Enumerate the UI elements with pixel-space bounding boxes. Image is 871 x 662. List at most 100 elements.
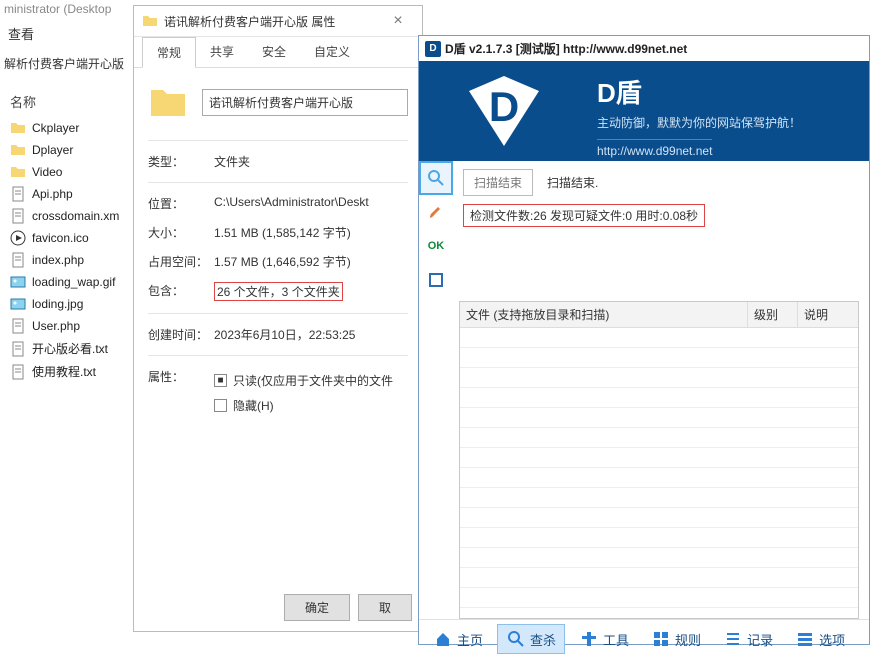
cancel-button[interactable]: 取 [358, 594, 412, 621]
file-name: crossdomain.xm [32, 209, 119, 223]
brush-icon[interactable] [419, 195, 453, 229]
folder-large-icon [148, 82, 188, 122]
tab-list[interactable]: 记录 [715, 624, 781, 654]
bottom-tabs: 主页 查杀 工具 规则 记录 选项 [419, 619, 869, 658]
file-name: index.php [32, 253, 84, 267]
tab-label: 记录 [747, 630, 773, 649]
explorer-title: ministrator (Desktop [0, 0, 140, 18]
list-item[interactable]: User.php [6, 315, 134, 337]
file-name: User.php [32, 319, 80, 333]
tab-opts[interactable]: 选项 [787, 624, 853, 654]
close-icon[interactable]: × [382, 12, 414, 30]
tab-tool[interactable]: 工具 [571, 624, 637, 654]
dshield-titlebar[interactable]: D D盾 v2.1.7.3 [测试版] http://www.d99net.ne… [419, 36, 869, 61]
ok-button[interactable]: 确定 [284, 594, 350, 621]
disk-label: 占用空间： [148, 253, 214, 270]
menu-view[interactable]: 查看 [0, 18, 140, 49]
side-tools: OK [419, 161, 453, 297]
dshield-window: D D盾 v2.1.7.3 [测试版] http://www.d99net.ne… [418, 35, 870, 645]
list-item[interactable]: Video [6, 161, 134, 183]
list-item[interactable]: Dplayer [6, 139, 134, 161]
file-list: Ckplayer Dplayer Video Api.php crossdomain.x… [0, 117, 140, 383]
tab-label: 查杀 [530, 630, 556, 649]
disk-value: 1.57 MB (1,646,592 字节) [214, 253, 408, 270]
list-item[interactable]: loding.jpg [6, 293, 134, 315]
file-icon [10, 208, 26, 224]
scan-button[interactable]: 扫描结束 [463, 169, 533, 196]
tab-label: 选项 [819, 630, 845, 649]
explorer-window: ministrator (Desktop 查看 解析付费客户端开心版 名称 Ck… [0, 0, 140, 662]
grid-body [460, 328, 858, 620]
dshield-title: D盾 v2.1.7.3 [测试版] http://www.d99net.net [445, 40, 687, 57]
dshield-brand: D盾 [597, 73, 861, 110]
list-item[interactable]: Api.php [6, 183, 134, 205]
dshield-slogan: 主动防御，默默为你的网站保驾护航！ [597, 114, 861, 131]
dshield-url[interactable]: http://www.d99net.net [597, 139, 712, 158]
dialog-title: 诺讯解析付费客户端开心版 属性 [164, 13, 335, 30]
breadcrumb[interactable]: 解析付费客户端开心版 [0, 49, 140, 78]
ok-icon[interactable]: OK [419, 229, 453, 263]
tab-label: 主页 [457, 630, 483, 649]
svg-text:D: D [489, 83, 519, 130]
col-level[interactable]: 级别 [748, 302, 798, 327]
folder-icon [10, 164, 26, 180]
list-item[interactable]: index.php [6, 249, 134, 271]
file-name: Ckplayer [32, 121, 79, 135]
list-item[interactable]: loading_wap.gif [6, 271, 134, 293]
col-file[interactable]: 文件 (支持拖放目录和扫描) [460, 302, 748, 327]
tab-custom[interactable]: 自定义 [300, 37, 364, 67]
img-icon [10, 274, 26, 290]
file-name: Dplayer [32, 143, 73, 157]
file-name: 使用教程.txt [32, 363, 96, 380]
tab-home[interactable]: 主页 [425, 624, 491, 654]
tab-label: 规则 [675, 630, 701, 649]
folder-name-input[interactable]: 诺讯解析付费客户端开心版 [202, 89, 408, 116]
dshield-logo-icon: D [419, 61, 589, 161]
col-desc[interactable]: 说明 [798, 302, 858, 327]
tab-general[interactable]: 常规 [142, 37, 196, 68]
tab-search[interactable]: 查杀 [497, 624, 565, 654]
dialog-titlebar[interactable]: 诺讯解析付费客户端开心版 属性 × [134, 6, 422, 37]
file-icon [10, 364, 26, 380]
opts-icon [795, 629, 815, 649]
dshield-app-icon: D [425, 41, 441, 57]
tab-share[interactable]: 共享 [196, 37, 248, 67]
tab-grid[interactable]: 规则 [643, 624, 709, 654]
stop-icon[interactable] [419, 263, 453, 297]
list-item[interactable]: Ckplayer [6, 117, 134, 139]
size-label: 大小： [148, 224, 214, 241]
properties-dialog: 诺讯解析付费客户端开心版 属性 × 常规 共享 安全 自定义 诺讯解析付费客户端… [133, 5, 423, 632]
play-icon [10, 230, 26, 246]
file-icon [10, 341, 26, 357]
scan-result: 检测文件数:26 发现可疑文件:0 用时:0.08秒 [463, 204, 705, 227]
hidden-label: 隐藏(H) [233, 397, 274, 414]
list-icon [723, 629, 743, 649]
file-name: favicon.ico [32, 231, 89, 245]
tab-strip: 常规 共享 安全 自定义 [134, 37, 422, 68]
search-icon [506, 629, 526, 649]
scan-status: 扫描结束. [547, 174, 598, 191]
result-grid[interactable]: 文件 (支持拖放目录和扫描) 级别 说明 [459, 301, 859, 619]
img-icon [10, 296, 26, 312]
dshield-banner: D D盾 主动防御，默默为你的网站保驾护航！ http://www.d99net… [419, 61, 869, 161]
tab-label: 工具 [603, 630, 629, 649]
file-name: Api.php [32, 187, 73, 201]
search-icon[interactable] [419, 161, 453, 195]
tool-icon [579, 629, 599, 649]
home-icon [433, 629, 453, 649]
readonly-checkbox[interactable]: ■ [214, 374, 227, 387]
tab-security[interactable]: 安全 [248, 37, 300, 67]
hidden-checkbox[interactable] [214, 399, 227, 412]
list-item[interactable]: crossdomain.xm [6, 205, 134, 227]
list-item[interactable]: favicon.ico [6, 227, 134, 249]
contains-label: 包含： [148, 282, 214, 301]
file-icon [10, 252, 26, 268]
location-value: C:\Users\Administrator\Deskt [214, 195, 408, 212]
contains-value: 26 个文件，3 个文件夹 [214, 282, 343, 301]
list-item[interactable]: 使用教程.txt [6, 360, 134, 383]
column-header-name[interactable]: 名称 [0, 78, 140, 117]
folder-icon [10, 142, 26, 158]
created-value: 2023年6月10日，22:53:25 [214, 326, 408, 343]
type-label: 类型： [148, 153, 214, 170]
list-item[interactable]: 开心版必看.txt [6, 337, 134, 360]
